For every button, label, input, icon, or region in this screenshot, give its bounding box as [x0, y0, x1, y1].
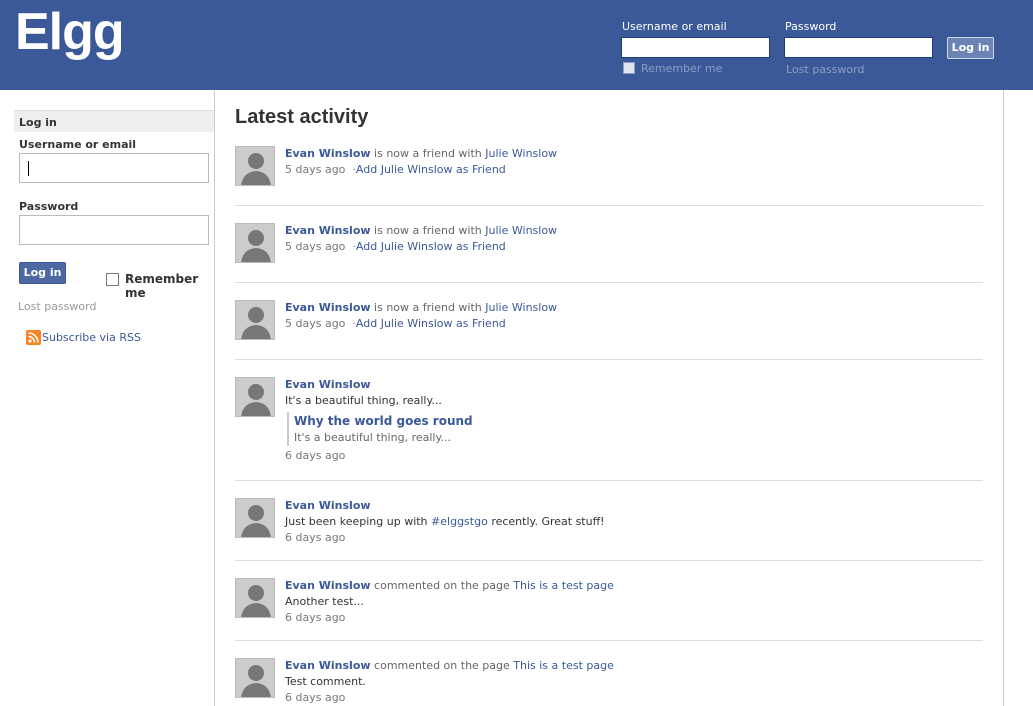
sidebar: Log in Username or email Password Log in… — [0, 90, 215, 706]
subscribe-rss-link[interactable]: Subscribe via RSS — [42, 331, 141, 344]
post-text: Just been keeping up with — [285, 515, 428, 528]
timestamp: 6 days ago — [285, 691, 346, 704]
activity-item: Evan Winslow commented on the page This … — [235, 578, 983, 641]
user-name-link[interactable]: Evan Winslow — [285, 659, 371, 672]
timestamp: 5 days ago — [285, 240, 346, 253]
comment-text: Test comment. — [285, 675, 366, 688]
timestamp: 6 days ago — [285, 611, 346, 624]
sidebar-remember-checkbox[interactable] — [106, 273, 119, 286]
timestamp: 6 days ago — [285, 531, 346, 544]
activity-verb: is now a friend with — [374, 147, 482, 160]
timestamp: 5 days ago — [285, 163, 346, 176]
activity-item: Evan Winslow It's a beautiful thing, rea… — [235, 377, 983, 481]
site-logo[interactable]: Elgg — [15, 2, 125, 62]
page-link[interactable]: This is a test page — [513, 579, 614, 592]
post-text: It's a beautiful thing, really... — [285, 394, 442, 407]
activity-item: Evan Winslow is now a friend with Julie … — [235, 300, 983, 360]
header-remember-checkbox[interactable] — [623, 62, 635, 74]
user-avatar[interactable] — [235, 223, 275, 263]
user-avatar[interactable] — [235, 658, 275, 698]
hashtag-link[interactable]: #elggstgo — [431, 515, 488, 528]
page-link[interactable]: This is a test page — [513, 659, 614, 672]
target-user-link[interactable]: Julie Winslow — [485, 301, 557, 314]
comment-text: Another test... — [285, 595, 364, 608]
activity-verb: commented on the page — [374, 579, 510, 592]
target-user-link[interactable]: Julie Winslow — [485, 224, 557, 237]
activity-verb: commented on the page — [374, 659, 510, 672]
attachment-title-link[interactable]: Why the world goes round — [294, 412, 975, 430]
add-friend-link[interactable]: Add Julie Winslow as Friend — [356, 317, 506, 330]
user-avatar[interactable] — [235, 300, 275, 340]
sidebar-username-label: Username or email — [19, 138, 137, 151]
activity-item: Evan Winslow is now a friend with Julie … — [235, 146, 983, 206]
activity-item: Evan Winslow is now a friend with Julie … — [235, 223, 983, 283]
sidebar-login-button[interactable]: Log in — [19, 262, 66, 284]
header-password-input[interactable] — [784, 37, 933, 58]
header-password-label: Password — [785, 20, 837, 33]
main-content: Latest activity Evan Winslow is now a fr… — [215, 90, 1004, 706]
header-username-label: Username or email — [622, 20, 727, 33]
user-name-link[interactable]: Evan Winslow — [285, 301, 371, 314]
user-avatar[interactable] — [235, 578, 275, 618]
sidebar-login-title: Log in — [14, 110, 214, 132]
text-cursor — [28, 161, 29, 176]
attachment-excerpt: It's a beautiful thing, really... — [294, 431, 451, 444]
header-lost-password-link[interactable]: Lost password — [786, 63, 864, 76]
header-login-button[interactable]: Log in — [947, 37, 994, 59]
sidebar-remember-label[interactable]: Remember me — [125, 272, 214, 300]
rss-icon[interactable] — [26, 330, 41, 345]
user-avatar[interactable] — [235, 498, 275, 538]
topbar: Elgg Username or email Password Log in R… — [0, 0, 1033, 90]
user-name-link[interactable]: Evan Winslow — [285, 378, 371, 391]
user-name-link[interactable]: Evan Winslow — [285, 147, 371, 160]
sidebar-username-input[interactable] — [19, 153, 209, 183]
post-text: recently. Great stuff! — [491, 515, 605, 528]
timestamp: 5 days ago — [285, 317, 346, 330]
user-name-link[interactable]: Evan Winslow — [285, 579, 371, 592]
activity-item: Evan Winslow commented on the page This … — [235, 658, 983, 706]
activity-verb: is now a friend with — [374, 301, 482, 314]
activity-item: Evan Winslow Just been keeping up with #… — [235, 498, 983, 561]
timestamp: 6 days ago — [285, 449, 346, 462]
user-avatar[interactable] — [235, 377, 275, 417]
header-username-input[interactable] — [621, 37, 770, 58]
add-friend-link[interactable]: Add Julie Winslow as Friend — [356, 163, 506, 176]
sidebar-password-input[interactable] — [19, 215, 209, 245]
user-name-link[interactable]: Evan Winslow — [285, 224, 371, 237]
user-name-link[interactable]: Evan Winslow — [285, 499, 371, 512]
add-friend-link[interactable]: Add Julie Winslow as Friend — [356, 240, 506, 253]
attachment: Why the world goes round It's a beautifu… — [287, 412, 975, 446]
header-remember-label: Remember me — [641, 62, 723, 75]
page-title: Latest activity — [235, 106, 369, 128]
sidebar-password-label: Password — [19, 200, 79, 213]
activity-verb: is now a friend with — [374, 224, 482, 237]
user-avatar[interactable] — [235, 146, 275, 186]
sidebar-lost-password-link[interactable]: Lost password — [18, 300, 96, 313]
target-user-link[interactable]: Julie Winslow — [485, 147, 557, 160]
